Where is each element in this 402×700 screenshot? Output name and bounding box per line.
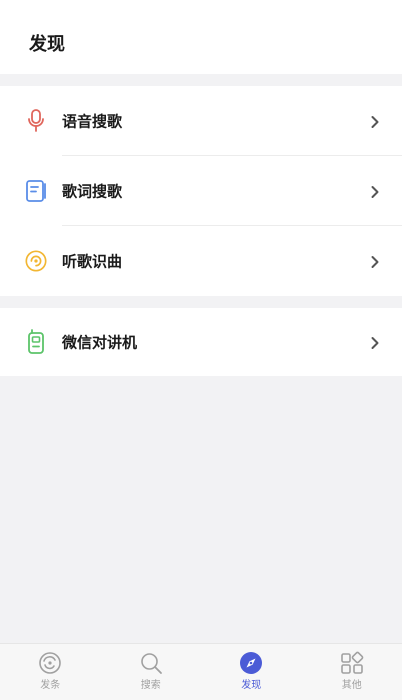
feature-group-walkie: 微信对讲机 [0, 308, 402, 376]
chevron-right-icon [370, 254, 380, 268]
menu-item-label: 歌词搜歌 [62, 182, 123, 201]
menu-item-lyrics-search[interactable]: 歌词搜歌 [0, 156, 402, 226]
chevron-right-icon [370, 114, 380, 128]
menu-item-walkie-talkie[interactable]: 微信对讲机 [0, 308, 402, 376]
search-icon [138, 650, 164, 676]
tab-label: 搜索 [140, 680, 161, 691]
tab-other[interactable]: 其他 [302, 644, 402, 700]
menu-item-label: 语音搜歌 [62, 112, 123, 131]
feature-group-search: 语音搜歌 歌词搜歌 听歌识曲 [0, 86, 402, 296]
menu-item-label: 听歌识曲 [62, 252, 123, 271]
tab-label: 其他 [341, 680, 362, 691]
walkie-talkie-icon [24, 329, 48, 355]
menu-item-label: 微信对讲机 [62, 333, 138, 352]
page-title: 发现 [29, 34, 65, 55]
tab-clockwork[interactable]: 发条 [0, 644, 101, 700]
grid-apps-icon [339, 650, 365, 676]
bottom-tab-bar: 发条 搜索 发现 其他 [0, 643, 402, 700]
tab-discover[interactable]: 发现 [201, 644, 302, 700]
compass-icon [238, 650, 264, 676]
tab-label: 发条 [40, 680, 61, 691]
music-recognition-icon [24, 248, 48, 274]
clockwork-icon [37, 650, 63, 676]
menu-item-voice-search[interactable]: 语音搜歌 [0, 86, 402, 156]
tab-search[interactable]: 搜索 [101, 644, 202, 700]
header-bar: 发现 [0, 0, 402, 74]
chevron-right-icon [370, 335, 380, 349]
microphone-icon [24, 108, 48, 134]
lyrics-document-icon [24, 178, 48, 204]
tab-label: 发现 [241, 680, 262, 691]
chevron-right-icon [370, 184, 380, 198]
menu-item-music-recognition[interactable]: 听歌识曲 [0, 226, 402, 296]
